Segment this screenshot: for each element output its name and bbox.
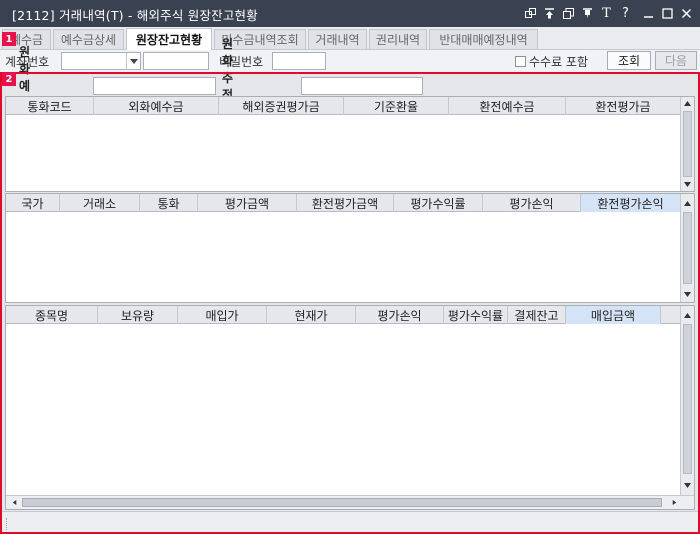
column-header[interactable]: 평가손익 <box>483 194 581 212</box>
scroll-up-icon[interactable] <box>681 309 694 322</box>
scrollbar-thumb[interactable] <box>683 324 692 474</box>
column-header[interactable]: 통화 <box>140 194 198 212</box>
scrollbar-thumb[interactable] <box>683 212 692 284</box>
column-header[interactable]: 해외증권평가금 <box>219 97 344 115</box>
column-header[interactable]: 평가수익률 <box>394 194 483 212</box>
currency-grid: 통화코드 외화예수금 해외증권평가금 기준환율 환전예수금 환전평가금 <box>5 96 695 192</box>
column-header[interactable]: 환전평가금액 <box>297 194 394 212</box>
column-header[interactable]: 환전평가금 <box>566 97 681 115</box>
column-header[interactable]: 종목명 <box>6 306 98 324</box>
tab-forced-sale[interactable]: 반대매매예정내역 <box>429 29 538 49</box>
column-header[interactable]: 통화코드 <box>6 97 94 115</box>
scroll-down-icon[interactable] <box>681 479 694 492</box>
tab-deposit-detail[interactable]: 예수금상세 <box>53 29 124 49</box>
column-header[interactable]: 매입가 <box>178 306 267 324</box>
window-controls: T ? <box>523 4 694 22</box>
currency-grid-header: 통화코드 외화예수금 해외증권평가금 기준환율 환전예수금 환전평가금 <box>6 97 681 115</box>
window-title: [2112] 거래내역(T) - 해외주식 원장잔고현황 <box>12 8 258 23</box>
pin-top-icon[interactable] <box>542 4 557 22</box>
fee-include-label[interactable]: 수수료 포함 <box>529 53 588 70</box>
close-icon[interactable] <box>679 4 694 22</box>
account-name-field <box>143 52 209 70</box>
status-bar <box>0 511 700 534</box>
tab-ledger-balance[interactable]: 원장잔고현황 <box>126 28 212 50</box>
country-grid-header: 국가 거래소 통화 평가금액 환전평가금액 평가수익률 평가손익 환전평가손익 <box>6 194 681 212</box>
chevron-down-icon[interactable] <box>126 53 140 69</box>
font-icon[interactable]: T <box>599 4 614 22</box>
balance-section: 원화예수금 원화추정자산 통화코드 외화예수금 해외증권평가금 기준환율 환전예… <box>0 37 700 534</box>
scroll-up-icon[interactable] <box>681 97 694 110</box>
country-grid: 국가 거래소 통화 평가금액 환전평가금액 평가수익률 평가손익 환전평가손익 <box>5 193 695 303</box>
holdings-grid-scrollbar[interactable] <box>680 306 694 495</box>
help-icon[interactable]: ? <box>618 4 633 22</box>
column-header[interactable]: 국가 <box>6 194 60 212</box>
column-header[interactable]: 보유량 <box>98 306 178 324</box>
holdings-grid-header: 종목명 보유량 매입가 현재가 평가손익 평가수익률 결제잔고 매입금액 <box>6 306 681 324</box>
krw-asset-value <box>301 77 423 95</box>
badge-2: 2 <box>2 72 16 86</box>
country-grid-scrollbar[interactable] <box>680 194 694 302</box>
account-select[interactable] <box>61 52 141 70</box>
scroll-up-icon[interactable] <box>681 197 694 210</box>
column-header[interactable]: 외화예수금 <box>94 97 219 115</box>
scrollbar-thumb[interactable] <box>683 111 692 177</box>
column-header[interactable]: 평가수익률 <box>444 306 508 324</box>
bookmark-icon[interactable] <box>580 4 595 22</box>
next-button[interactable]: 다음 <box>655 51 697 70</box>
scroll-right-icon[interactable] <box>668 496 681 509</box>
column-header[interactable]: 환전예수금 <box>449 97 566 115</box>
holdings-grid: 종목명 보유량 매입가 현재가 평가손익 평가수익률 결제잔고 매입금액 <box>5 305 695 510</box>
resize-grip[interactable] <box>6 518 8 530</box>
currency-grid-scrollbar[interactable] <box>680 97 694 191</box>
column-header[interactable]: 현재가 <box>267 306 356 324</box>
scroll-down-icon[interactable] <box>681 288 694 301</box>
krw-deposit-value <box>93 77 216 95</box>
tab-bar: 예수금 예수금상세 원장잔고현황 미수금내역조회 거래내역 권리내역 반대매매예… <box>0 27 700 50</box>
tab-rights[interactable]: 권리내역 <box>369 29 427 49</box>
column-header[interactable]: 결제잔고 <box>508 306 566 324</box>
column-header[interactable]: 평가금액 <box>198 194 297 212</box>
restore-window-icon[interactable] <box>561 4 576 22</box>
column-header[interactable]: 거래소 <box>60 194 140 212</box>
maximize-icon[interactable] <box>660 4 675 22</box>
fee-include-checkbox[interactable] <box>515 56 526 67</box>
column-header[interactable]: 기준환율 <box>344 97 449 115</box>
column-header[interactable]: 환전평가손익 <box>581 194 681 212</box>
krw-deposit-label: 원화예수금 <box>19 45 31 127</box>
column-header[interactable]: 매입금액 <box>566 306 661 324</box>
tab-transactions[interactable]: 거래내역 <box>308 29 367 49</box>
holdings-grid-hscrollbar[interactable] <box>6 495 694 509</box>
scroll-down-icon[interactable] <box>681 178 694 191</box>
query-button[interactable]: 조회 <box>607 51 651 70</box>
query-condition-bar: 계좌번호 비밀번호 수수료 포함 조회 다음 <box>0 50 700 72</box>
password-field[interactable] <box>272 52 326 70</box>
badge-1: 1 <box>2 32 16 46</box>
krw-asset-label: 원화추정자산 <box>222 37 234 136</box>
scroll-left-icon[interactable] <box>8 496 21 509</box>
column-header[interactable]: 평가손익 <box>356 306 444 324</box>
minimize-icon[interactable] <box>641 4 656 22</box>
link-icon[interactable] <box>523 4 538 22</box>
hscrollbar-thumb[interactable] <box>22 498 662 507</box>
title-bar: [2112] 거래내역(T) - 해외주식 원장잔고현황 T ? <box>0 0 700 27</box>
